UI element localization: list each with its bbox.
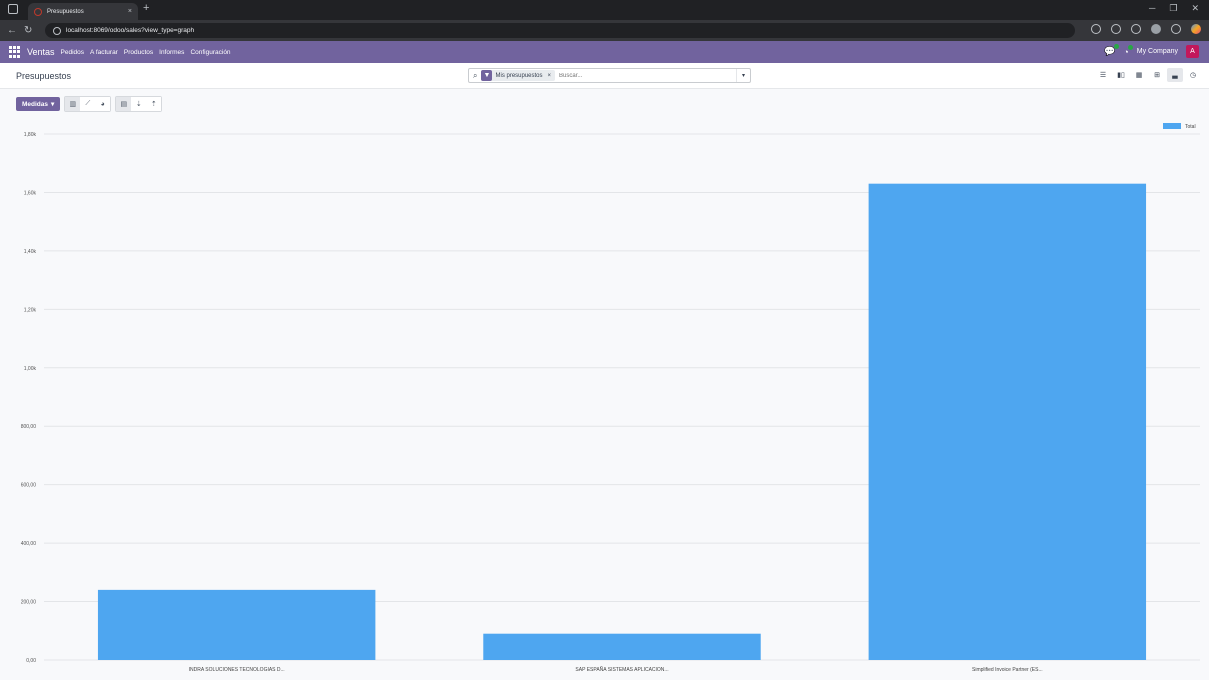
favorites-icon[interactable] [1131,24,1141,34]
odoo-navbar: Ventas Pedidos A facturar Productos Info… [0,41,1209,63]
search-options-toggle-icon[interactable]: ▾ [736,69,750,82]
browser-actions [1091,24,1201,34]
menu-pedidos[interactable]: Pedidos [61,49,85,56]
new-tab-icon[interactable]: + [143,2,149,14]
activity-view-icon[interactable]: ◷ [1185,68,1201,82]
menu-configuracion[interactable]: Configuración [190,49,230,56]
menu-a-facturar[interactable]: A facturar [90,49,118,56]
sidebar-toggle-icon[interactable] [8,4,18,14]
graph-view-icon[interactable]: ▃ [1167,68,1183,82]
app-menu-icon[interactable] [9,46,21,58]
company-switcher[interactable]: My Company [1137,48,1178,55]
window-controls: ─ ❐ ✕ [1149,3,1199,14]
graph-chart: 0,00 200,00 400,00 600,00 800,00 1,00k 1,20k 1,… [0,112,1209,680]
view-switcher: ☰ ▮▯ ▦ ⊞ ▃ ◷ [1095,68,1201,82]
chat-icon[interactable]: 💬 [1104,44,1120,57]
caret-down-icon: ▾ [51,101,55,108]
measures-label: Medidas [22,100,49,108]
bar [97,589,376,660]
legend-label: Total [1185,124,1196,130]
activity-icon[interactable]: ◔ [1123,44,1133,57]
y-tick-label: 1,60k [24,190,37,196]
x-tick-label: Simplified Invoice Partner (ES... [972,667,1043,673]
chart-type-group: ▥ ⟋ ◕ [64,96,112,112]
restore-icon[interactable]: ❐ [1169,3,1177,14]
tab-close-icon[interactable]: × [128,8,132,15]
y-tick-label: 400,00 [21,541,37,547]
favorite-star-icon[interactable] [1111,24,1121,34]
y-tick-label: 800,00 [21,424,37,430]
copilot-icon[interactable] [1191,24,1201,34]
facet-remove-icon[interactable]: × [548,73,552,79]
apps-grid-icon[interactable] [1091,24,1101,34]
x-tick-label: INDRA SOLUCIONES TECNOLOGIAS D... [189,667,285,673]
menu-productos[interactable]: Productos [124,49,153,56]
url-text: localhost:8069/odoo/sales?view_type=grap… [66,27,195,34]
navbar-systray: 💬 ◔ My Company A [1104,44,1199,58]
bar [483,633,761,660]
url-input[interactable]: localhost:8069/odoo/sales?view_type=grap… [45,23,1075,38]
browser-tab-title: Presupuestos [47,8,84,15]
browser-tab-bar: Presupuestos × + ─ ❐ ✕ [0,0,1209,20]
minimize-icon[interactable]: ─ [1149,3,1155,14]
search-bar[interactable]: ⌕ ▼ Mis presupuestos × ▾ [468,68,751,83]
browser-address-bar: ← ↻ localhost:8069/odoo/sales?view_type=… [0,20,1209,41]
filter-icon: ▼ [481,70,493,81]
list-view-icon[interactable]: ☰ [1095,68,1111,82]
y-tick-label: 600,00 [21,483,37,489]
measures-button[interactable]: Medidas ▾ [16,97,61,111]
site-info-icon[interactable] [53,26,61,35]
x-tick-label: SAP ESPAÑA SISTEMAS APLICACION... [575,666,668,673]
breadcrumb: Presupuestos [16,71,72,81]
graph-toolbar: Medidas ▾ ▥ ⟋ ◕ ▤ ⇣ ⇡ [16,96,163,112]
reload-icon[interactable]: ↻ [24,25,32,36]
menu-informes[interactable]: Informes [159,49,184,56]
calendar-view-icon[interactable]: ▦ [1131,68,1147,82]
kanban-view-icon[interactable]: ▮▯ [1113,68,1129,82]
search-icon[interactable]: ⌕ [473,71,477,81]
y-tick-label: 200,00 [21,600,37,606]
chart-options-group: ▤ ⇣ ⇡ [115,96,163,112]
profile-avatar-icon[interactable] [1151,24,1161,34]
bar-chart-icon[interactable]: ▥ [65,97,81,111]
more-menu-icon[interactable] [1171,24,1181,34]
close-window-icon[interactable]: ✕ [1191,3,1199,14]
back-icon[interactable]: ← [7,25,17,36]
bar-chart: 0,00 200,00 400,00 600,00 800,00 1,00k 1,20k 1,… [21,123,1200,673]
browser-tab[interactable]: Presupuestos × [28,3,138,20]
line-chart-icon[interactable]: ⟋ [80,97,96,111]
filter-facet: ▼ Mis presupuestos × [481,70,556,81]
sort-ascending-icon[interactable]: ⇡ [146,97,162,111]
stacked-icon[interactable]: ▤ [116,97,132,111]
y-tick-label: 1,20k [24,307,37,313]
pivot-view-icon[interactable]: ⊞ [1149,68,1165,82]
facet-label: Mis presupuestos [495,72,543,79]
app-name[interactable]: Ventas [27,47,55,57]
user-avatar[interactable]: A [1186,45,1199,58]
y-tick-label: 1,40k [24,249,37,255]
bar [868,183,1147,660]
sort-descending-icon[interactable]: ⇣ [131,97,147,111]
y-tick-label: 1,00k [24,366,37,372]
legend-swatch [1163,123,1181,129]
y-tick-label: 0,00 [26,658,36,664]
odoo-favicon-icon [34,7,42,16]
y-tick-label: 1,80k [24,132,37,138]
pie-chart-icon[interactable]: ◕ [95,97,111,111]
control-panel: Presupuestos ⌕ ▼ Mis presupuestos × ▾ ☰ … [0,63,1209,89]
search-input[interactable] [559,72,732,79]
